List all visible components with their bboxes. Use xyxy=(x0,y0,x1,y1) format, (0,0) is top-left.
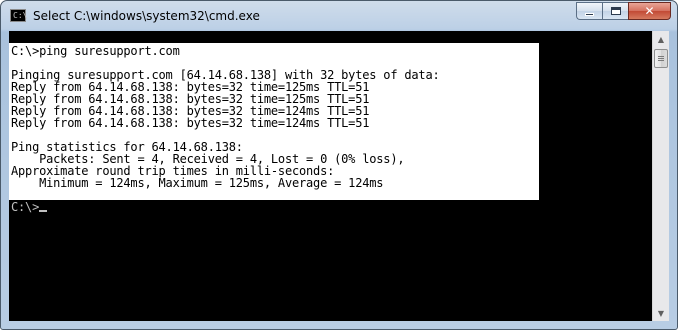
close-button[interactable]: ✕ xyxy=(628,2,671,20)
title-bar[interactable]: C:\ Select C:\windows\system32\cmd.exe ✕ xyxy=(1,1,677,31)
prompt-text: C:\> xyxy=(11,200,40,214)
console-line: Minimum = 124ms, Maximum = 125ms, Averag… xyxy=(11,176,384,190)
text-cursor xyxy=(39,210,48,212)
cmd-app-icon[interactable]: C:\ xyxy=(10,9,28,22)
maximize-button[interactable] xyxy=(602,2,628,20)
minimize-icon xyxy=(585,12,594,16)
cmd-app-icon-text: C:\ xyxy=(13,11,28,20)
close-icon: ✕ xyxy=(644,4,655,18)
cmd-window: C:\ Select C:\windows\system32\cmd.exe ✕… xyxy=(0,0,678,330)
window-title: Select C:\windows\system32\cmd.exe xyxy=(33,9,260,23)
console-line: C:\>ping suresupport.com xyxy=(11,44,180,58)
maximize-icon xyxy=(610,7,621,15)
console-line: Reply from 64.14.68.138: bytes=32 time=1… xyxy=(11,116,370,130)
minimize-button[interactable] xyxy=(576,2,602,20)
scroll-down-arrow-icon[interactable]: ▼ xyxy=(653,305,669,321)
scrollbar-thumb[interactable] xyxy=(654,49,668,68)
console-output[interactable]: C:\>ping suresupport.com Pinging suresupp… xyxy=(9,31,652,321)
caption-buttons: ✕ xyxy=(576,2,671,21)
scroll-up-arrow-icon[interactable]: ▲ xyxy=(653,31,669,47)
command-prompt: C:\> xyxy=(11,200,48,214)
vertical-scrollbar[interactable]: ▲ ▼ xyxy=(652,31,669,321)
